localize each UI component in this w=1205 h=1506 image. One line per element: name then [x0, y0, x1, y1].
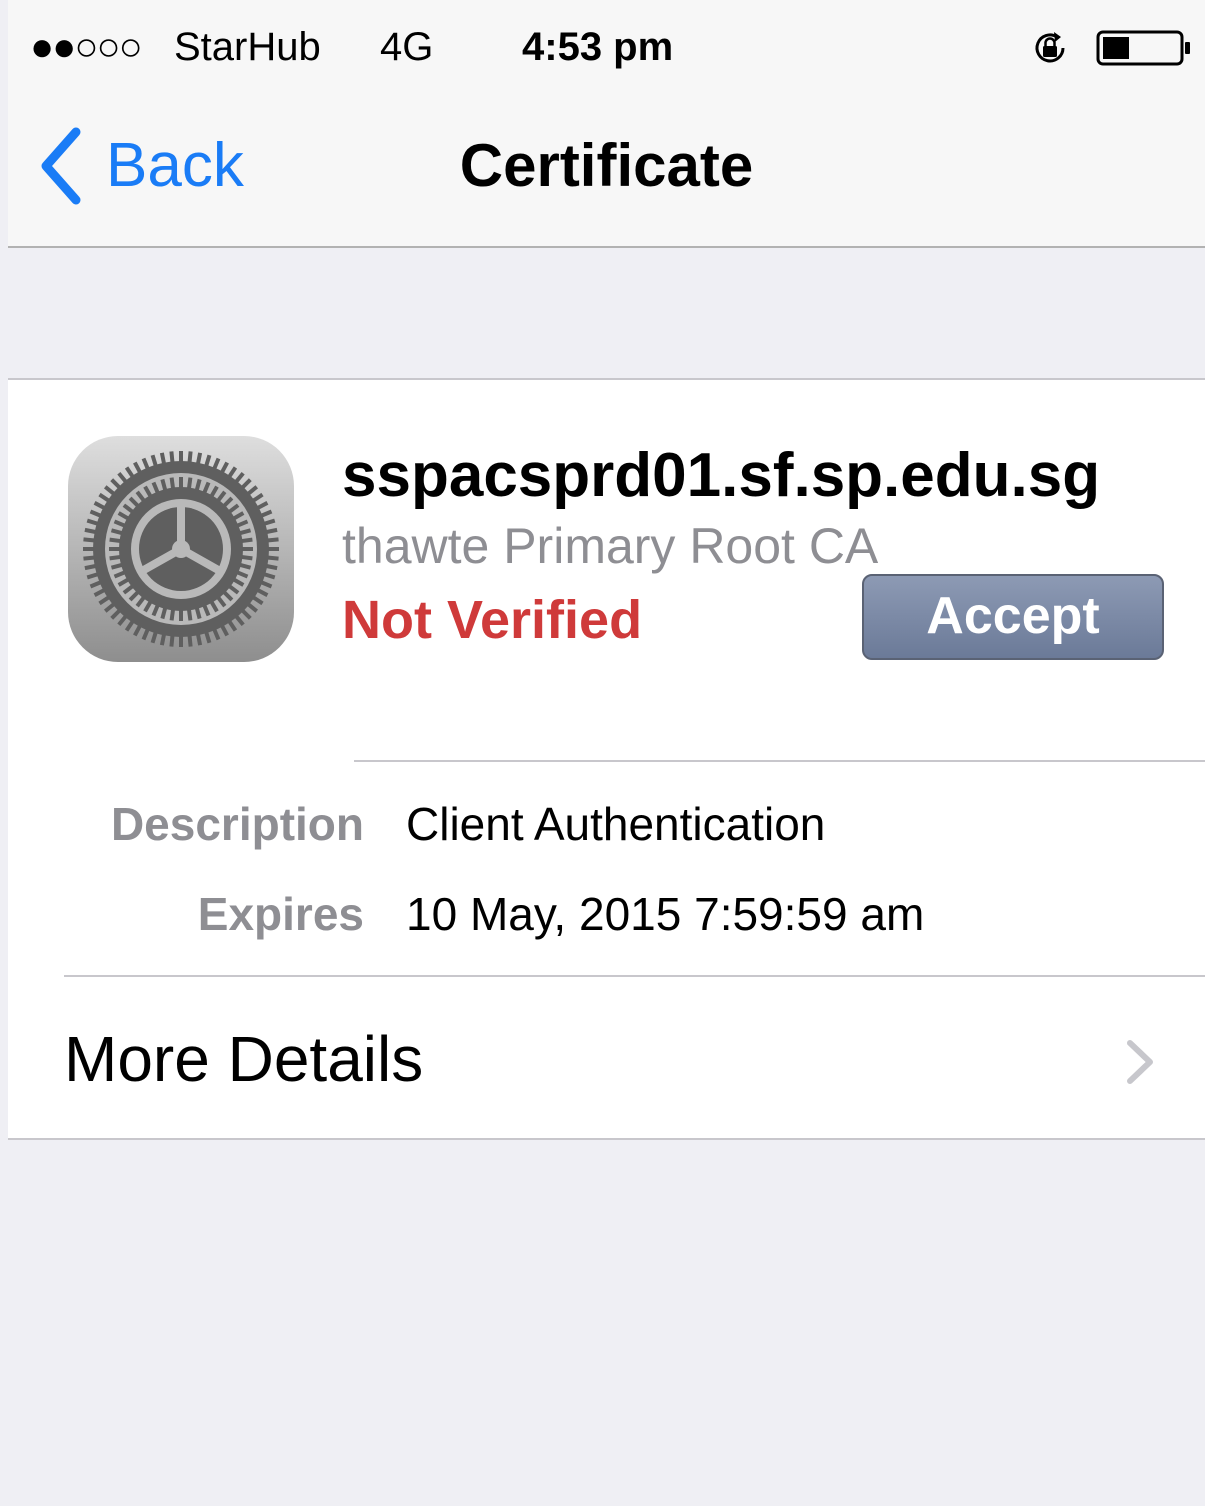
navigation-bar: Back Certificate: [8, 92, 1205, 248]
status-time: 4:53 pm: [522, 25, 674, 69]
divider: [354, 760, 1205, 762]
battery-icon: [1096, 30, 1190, 66]
verification-status: Not Verified: [342, 590, 643, 650]
certificate-issuer: thawte Primary Root CA: [342, 518, 879, 574]
expires-label: Expires: [197, 888, 364, 940]
chevron-right-icon: [1127, 1040, 1153, 1084]
status-bar: ●●○○○ StarHub 4G 4:53 pm: [8, 0, 1205, 92]
description-label: Description: [110, 798, 364, 850]
accept-button[interactable]: Accept: [862, 574, 1164, 660]
signal-strength: ●●○○○: [30, 25, 143, 69]
carrier-name: StarHub: [174, 25, 321, 69]
screen: ●●○○○ StarHub 4G 4:53 pm Back Certificat…: [8, 0, 1205, 1506]
certificate-name: sspacsprd01.sf.sp.edu.sg: [342, 441, 1101, 510]
detail-row-expires: Expires 10 May, 2015 7:59:59 am: [8, 884, 1205, 944]
rotation-lock-icon: [1035, 32, 1065, 63]
more-details-row[interactable]: More Details: [8, 977, 1205, 1140]
page-title: Certificate: [459, 132, 754, 199]
network-type: 4G: [380, 25, 434, 69]
description-value: Client Authentication: [406, 798, 826, 850]
gear-icon: [83, 451, 279, 647]
expires-value: 10 May, 2015 7:59:59 am: [406, 888, 925, 940]
certificate-card: sspacsprd01.sf.sp.edu.sg thawte Primary …: [8, 378, 1205, 1140]
detail-row-description: Description Client Authentication: [8, 794, 1205, 854]
more-details-label: More Details: [64, 1023, 424, 1095]
settings-gear-icon: [68, 436, 294, 662]
